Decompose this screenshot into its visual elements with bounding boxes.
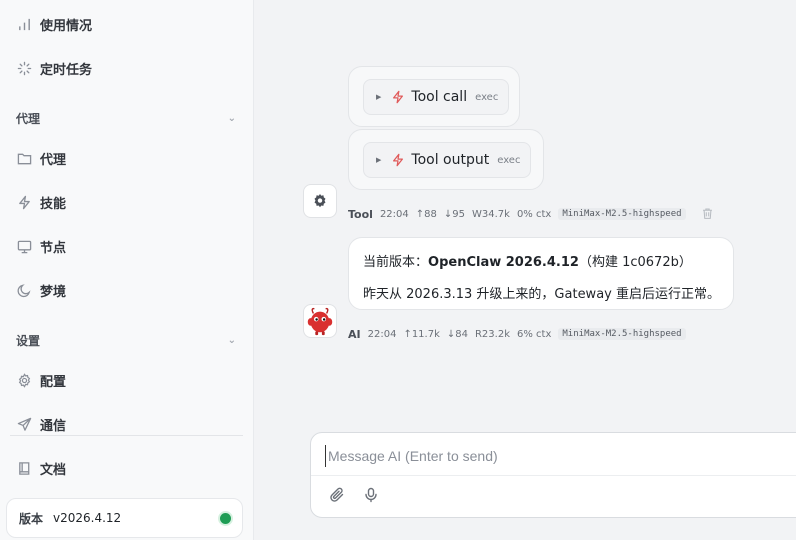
version-card: 版本 v2026.4.12 xyxy=(6,498,243,538)
book-icon xyxy=(16,460,32,476)
sidebar-item-dreams[interactable]: 梦境 xyxy=(16,278,66,302)
sidebar-item-agent[interactable]: 代理 xyxy=(16,146,66,170)
tokens-down: ↓84 xyxy=(446,328,468,340)
context-usage: 6% ctx xyxy=(517,328,552,340)
bolt-icon xyxy=(391,90,405,104)
sidebar-divider xyxy=(10,435,243,436)
trash-icon[interactable] xyxy=(701,207,715,221)
sidebar: 使用情况 定时任务 代理 ⌄ 代理 技能 节点 梦境 设置 ⌄ 配置 通信 文档… xyxy=(0,0,254,540)
tokens-up: ↑88 xyxy=(415,208,437,220)
composer-divider xyxy=(311,475,796,476)
ai-message-line1: 当前版本：OpenClaw 2026.4.12（构建 1c0672b） xyxy=(363,255,692,270)
tool-message-meta: Tool 22:04 ↑88 ↓95 W34.7k 0% ctx MiniMax… xyxy=(348,207,715,221)
moon-icon xyxy=(16,282,32,298)
timestamp: 22:04 xyxy=(367,328,397,340)
gear-icon xyxy=(314,194,326,208)
ai-message-meta: AI 22:04 ↑11.7k ↓84 R23.2k 6% ctx MiniMa… xyxy=(348,327,686,341)
sidebar-item-label: 节点 xyxy=(40,240,67,256)
tool-output-toggle[interactable]: ▶ Tool output exec xyxy=(363,142,532,178)
section-title: 代理 xyxy=(16,111,41,126)
folder-icon xyxy=(16,150,32,166)
monitor-icon xyxy=(16,238,32,254)
sidebar-item-label: 文档 xyxy=(40,462,67,478)
sidebar-item-nodes[interactable]: 节点 xyxy=(16,234,66,258)
chevron-down-icon: ⌄ xyxy=(227,112,236,124)
ai-avatar xyxy=(303,304,337,338)
sidebar-item-docs[interactable]: 文档 xyxy=(16,456,66,480)
tokens-down: ↓95 xyxy=(443,208,465,220)
version-value: v2026.4.12 xyxy=(53,511,122,525)
section-title: 设置 xyxy=(16,333,41,348)
tool-name: Tool output xyxy=(411,152,490,168)
sidebar-item-label: 代理 xyxy=(40,152,67,168)
tool-avatar xyxy=(303,184,337,218)
caret-right-icon: ▶ xyxy=(376,93,382,101)
bolt-icon xyxy=(16,194,32,210)
sender-name: Tool xyxy=(348,207,373,221)
gear-icon xyxy=(16,372,32,388)
tool-output-bubble: ▶ Tool output exec xyxy=(348,129,544,190)
bar-chart-icon xyxy=(16,16,32,32)
tool-call-toggle[interactable]: ▶ Tool call exec xyxy=(363,79,510,115)
sidebar-item-skills[interactable]: 技能 xyxy=(16,190,66,214)
sidebar-item-config[interactable]: 配置 xyxy=(16,368,66,392)
tokens-read: R23.2k xyxy=(474,328,510,340)
sidebar-item-label: 技能 xyxy=(40,196,67,212)
tokens-write: W34.7k xyxy=(471,208,510,220)
ai-message-bubble: 当前版本：OpenClaw 2026.4.12（构建 1c0672b） 昨天从 … xyxy=(348,237,734,310)
status-dot xyxy=(220,513,231,524)
message-composer xyxy=(310,432,796,518)
chevron-down-icon: ⌄ xyxy=(227,334,236,346)
send-icon xyxy=(16,416,32,432)
sidebar-item-label: 定时任务 xyxy=(40,62,93,78)
context-usage: 0% ctx xyxy=(516,208,552,220)
sidebar-item-label: 配置 xyxy=(40,374,67,390)
lobster-mascot-icon xyxy=(307,307,333,336)
tool-call-bubble: ▶ Tool call exec xyxy=(348,66,520,127)
tokens-up: ↑11.7k xyxy=(403,328,440,340)
model-badge: MiniMax-M2.5-highspeed xyxy=(558,328,686,340)
caret-right-icon: ▶ xyxy=(376,156,382,164)
ai-message-line2: 昨天从 2026.3.13 升级上来的，Gateway 重启后运行正常。 xyxy=(363,287,720,302)
version-label: 版本 xyxy=(19,511,44,526)
tool-tag: exec xyxy=(497,154,521,166)
bolt-icon xyxy=(391,153,405,167)
message-input[interactable] xyxy=(325,445,795,467)
section-agent-header[interactable]: 代理 ⌄ xyxy=(16,108,236,128)
paperclip-icon[interactable] xyxy=(329,487,347,505)
loader-icon xyxy=(16,60,32,76)
sidebar-item-cron[interactable]: 定时任务 xyxy=(16,56,92,80)
tool-tag: exec xyxy=(475,91,499,103)
sidebar-item-label: 使用情况 xyxy=(40,18,93,34)
sidebar-item-label: 通信 xyxy=(40,418,67,434)
model-badge: MiniMax-M2.5-highspeed xyxy=(558,208,686,220)
section-settings-header[interactable]: 设置 ⌄ xyxy=(16,330,236,350)
tool-name: Tool call xyxy=(411,89,468,105)
sidebar-item-usage[interactable]: 使用情况 xyxy=(16,12,92,36)
microphone-icon[interactable] xyxy=(363,487,381,505)
sidebar-item-comms[interactable]: 通信 xyxy=(16,412,66,436)
sender-name: AI xyxy=(348,327,361,341)
sidebar-item-label: 梦境 xyxy=(40,284,67,300)
timestamp: 22:04 xyxy=(379,208,409,220)
